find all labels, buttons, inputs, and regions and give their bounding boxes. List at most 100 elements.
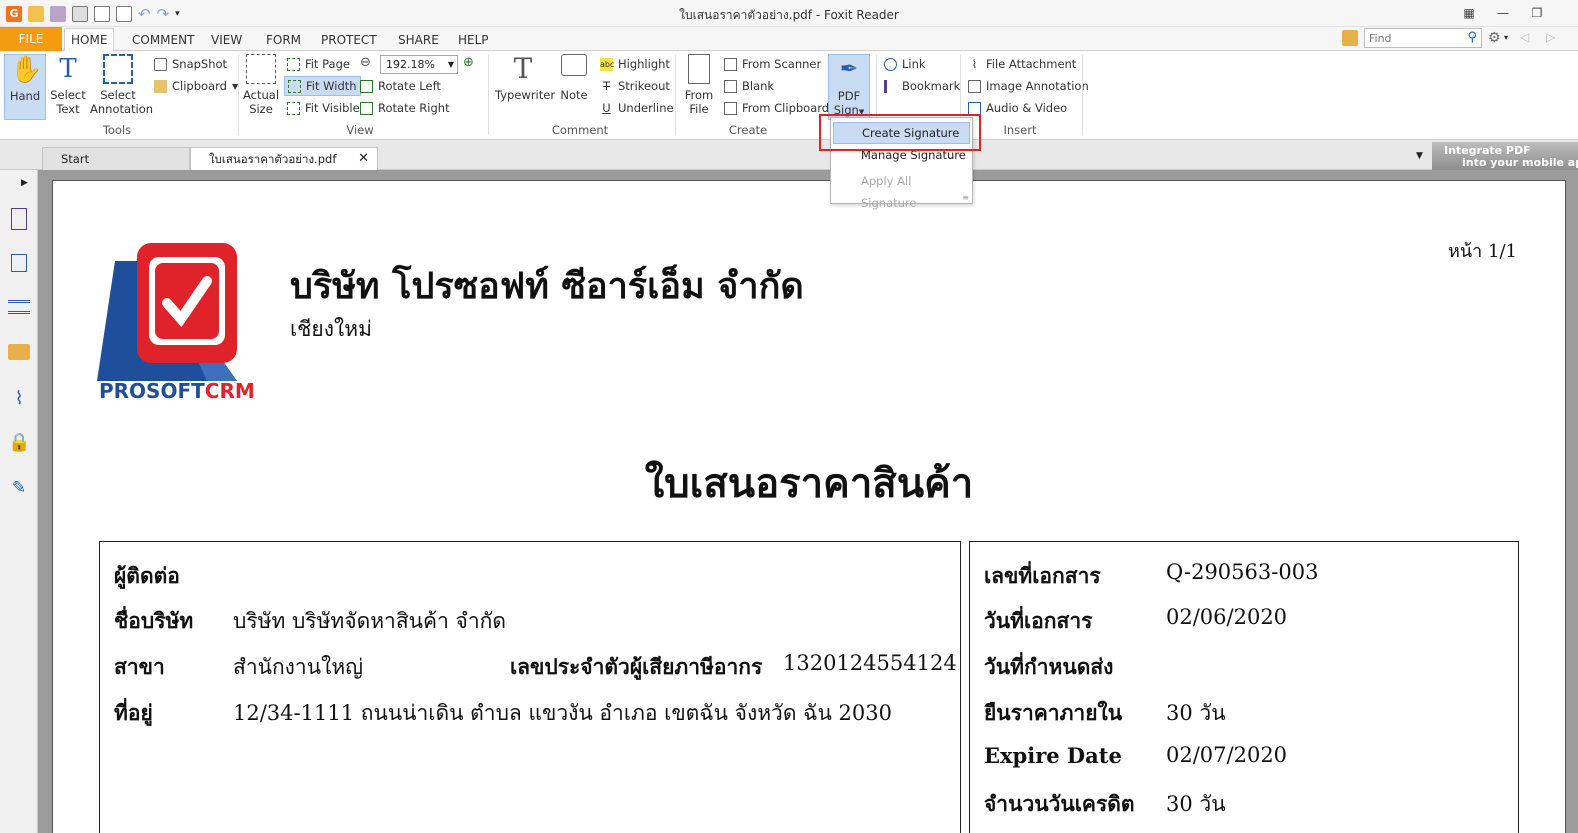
from-scanner-button[interactable]: From Scanner (724, 54, 821, 74)
bookmarks-panel-icon[interactable] (11, 208, 27, 230)
pdf-page: PROSOFTCRM บริษัท โปรซอฟท์ ซีอาร์เอ็ม จำ… (52, 180, 1566, 833)
nav-back-icon[interactable]: ◁ (1520, 30, 1529, 44)
due-date-label: วันที่กำหนดส่ง (984, 654, 1114, 679)
select-text-icon: T (59, 54, 77, 84)
highlight-icon: abc (600, 57, 615, 71)
pages-panel-icon[interactable] (11, 254, 27, 272)
docdate-value: 02/06/2020 (1166, 605, 1288, 629)
annotation-highlight-box (819, 114, 981, 151)
comments-panel-icon[interactable] (8, 344, 30, 360)
note-button[interactable]: Note (558, 54, 590, 102)
rotate-right-icon (360, 101, 373, 115)
tab-comment[interactable]: COMMENT (126, 30, 200, 51)
bookmark-button[interactable]: Bookmark (884, 76, 960, 96)
strikeout-icon: T (602, 78, 611, 93)
ad-banner[interactable]: Integrate PDF into your mobile ap (1432, 142, 1578, 170)
resize-grip-icon[interactable]: ≡ (962, 193, 969, 202)
fit-width-icon (288, 79, 301, 93)
security-lock-icon[interactable]: 🔒 (8, 432, 30, 454)
tab-start[interactable]: Start (42, 147, 190, 170)
image-annotation-button[interactable]: Image Annotation (968, 76, 1089, 96)
snapshot-button[interactable]: SnapShot (154, 54, 227, 74)
find-options-icon[interactable] (1342, 30, 1358, 46)
search-icon[interactable]: ⚲ (1467, 30, 1477, 45)
tab-document[interactable]: ใบเสนอราคาตัวอย่าง.pdf ✕ (190, 147, 378, 170)
select-text-button[interactable]: T Select Text (50, 54, 86, 116)
restore-layout-icon[interactable]: ▦ (1456, 3, 1482, 23)
maximize-button[interactable]: ❐ (1524, 3, 1550, 23)
tab-share[interactable]: SHARE (392, 30, 445, 51)
rotate-right-button[interactable]: Rotate Right (360, 98, 450, 118)
select-annotation-button[interactable]: Select Annotation (90, 54, 153, 116)
tab-help[interactable]: HELP (452, 30, 495, 51)
hand-icon: ✋ (10, 55, 43, 85)
actual-size-icon (246, 54, 276, 84)
rotate-left-button[interactable]: Rotate Left (360, 76, 441, 96)
group-separator (238, 55, 239, 135)
apply-all-signature-item: Apply All Signature (861, 174, 917, 210)
left-navigation-panel: ▶ ⌇ 🔒 ✎ (0, 170, 38, 833)
audio-video-button[interactable]: Audio & Video (968, 98, 1067, 118)
branch-label: สาขา (114, 654, 165, 679)
underline-icon: U (602, 100, 611, 115)
address-label: ที่อยู่ (114, 700, 153, 725)
logo-text-crm: CRM (204, 379, 255, 403)
tab-form[interactable]: FORM (260, 30, 307, 51)
tab-view[interactable]: VIEW (205, 30, 248, 51)
logo-text-prosoft: PROSOFT (99, 379, 205, 403)
company-name: บริษัท โปรซอฟท์ ซีอาร์เอ็ม จำกัด (290, 265, 804, 307)
company-branch: เชียงใหม่ (290, 317, 372, 341)
find-input[interactable] (1365, 29, 1459, 47)
credit-value: 30 วัน (1166, 792, 1226, 816)
company-label: ชื่อบริษัท (114, 608, 194, 633)
find-box[interactable]: ⚲ (1364, 28, 1482, 48)
typewriter-button[interactable]: T Typewriter (495, 54, 555, 103)
group-separator (488, 55, 489, 135)
taxid-value: 1320124554124 (783, 651, 957, 675)
actual-size-button[interactable]: Actual Size (243, 54, 279, 116)
zoom-out-icon[interactable]: ⊖ (360, 55, 371, 70)
from-file-button[interactable]: From File (682, 54, 716, 116)
expand-panel-icon[interactable]: ▶ (21, 178, 28, 188)
film-icon (968, 101, 981, 115)
tab-home[interactable]: HOME (64, 28, 115, 52)
fit-page-button[interactable]: Fit Page (287, 54, 350, 74)
rotate-left-icon (360, 79, 373, 93)
clipboard-icon (724, 101, 737, 115)
fit-width-button[interactable]: Fit Width (284, 76, 361, 96)
settings-gear-icon[interactable]: ⚙ (1488, 30, 1501, 46)
paperclip-icon: ⌇ (971, 56, 978, 71)
nav-forward-icon[interactable]: ▷ (1546, 30, 1555, 44)
hand-label: Hand (9, 89, 41, 103)
hand-tool-button[interactable]: ✋ Hand (4, 54, 46, 120)
zoom-select[interactable]: 192.18% ▼ (380, 55, 458, 74)
minimize-button[interactable]: — (1490, 3, 1516, 23)
select-annotation-icon (103, 54, 133, 84)
link-button[interactable]: Link (884, 54, 926, 74)
group-label-create: Create (728, 123, 768, 137)
expire-label: Expire Date (984, 743, 1122, 768)
zoom-in-icon[interactable]: ⊕ (463, 55, 474, 70)
from-clipboard-button[interactable]: From Clipboard (724, 98, 829, 118)
taxid-label: เลขประจำตัวผู้เสียภาษีอากร (510, 654, 763, 679)
close-icon[interactable]: ✕ (358, 148, 369, 170)
clipboard-button[interactable]: Clipboard ▼ (154, 76, 238, 96)
attachments-panel-icon[interactable]: ⌇ (8, 388, 30, 410)
strikeout-button[interactable]: T Strikeout (600, 76, 670, 96)
pdf-sign-button[interactable]: ✒ PDF Sign▼ (828, 54, 870, 120)
tab-protect[interactable]: PROTECT (315, 30, 383, 51)
chevron-down-icon[interactable]: ▾ (1504, 33, 1508, 42)
signature-panel-icon[interactable]: ✎ (8, 478, 30, 500)
fit-visible-button[interactable]: Fit Visible (287, 98, 360, 118)
tab-file[interactable]: FILE (0, 27, 62, 51)
blank-button[interactable]: Blank (724, 76, 774, 96)
menu-bar: FILE HOME COMMENT VIEW FORM PROTECT SHAR… (0, 27, 1578, 52)
highlight-button[interactable]: abc Highlight (600, 54, 670, 74)
underline-button[interactable]: U Underline (600, 98, 673, 118)
file-attachment-button[interactable]: ⌇ File Attachment (968, 54, 1077, 74)
document-viewport[interactable]: PROSOFTCRM บริษัท โปรซอฟท์ ซีอาร์เอ็ม จำ… (38, 170, 1578, 833)
validity-label: ยืนราคาภายใน (984, 700, 1123, 725)
tab-list-dropdown-icon[interactable]: ▼ (1416, 151, 1423, 161)
layers-panel-icon[interactable] (8, 300, 30, 314)
contact-label: ผู้ติดต่อ (114, 563, 180, 588)
